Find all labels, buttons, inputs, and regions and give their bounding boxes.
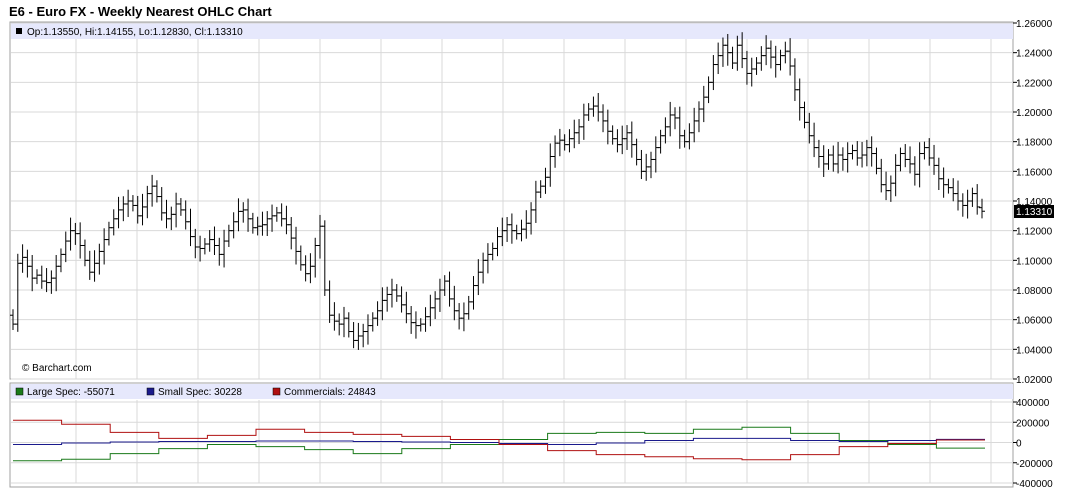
price-tick-label: 1.20000 xyxy=(1016,108,1053,119)
small-spec-label: Small Spec: 30228 xyxy=(158,387,242,398)
readout-marker-icon xyxy=(16,28,22,34)
price-tick-label: 1.26000 xyxy=(1016,19,1053,30)
cot-tick-label: 400000 xyxy=(1016,398,1050,409)
cot-tick-label: 0 xyxy=(1016,439,1022,450)
cot-tick-label: 200000 xyxy=(1016,418,1050,429)
large-spec-swatch xyxy=(15,387,24,396)
price-tick-label: 1.24000 xyxy=(1016,49,1053,60)
commercials-label: Commercials: 24843 xyxy=(284,387,376,398)
price-tick-label: 1.06000 xyxy=(1016,316,1053,327)
price-y-axis: 1.26000 1.24000 1.22000 1.20000 1.18000 1.160… xyxy=(1013,19,1053,386)
cot-y-axis: 400000 200000 0 -200000 -400000 xyxy=(1013,398,1053,490)
price-tick-label: 1.22000 xyxy=(1016,78,1053,89)
cot-tick-label: -400000 xyxy=(1016,479,1053,490)
small-spec-swatch xyxy=(146,387,155,396)
cot-legend: Large Spec: -55071 Small Spec: 30228 Com… xyxy=(15,387,376,398)
price-tick-label: 1.04000 xyxy=(1016,345,1053,356)
commercials-swatch xyxy=(272,387,281,396)
price-tick-label: 1.02000 xyxy=(1016,375,1053,386)
chart-canvas: 1.26000 1.24000 1.22000 1.20000 1.18000 1.160… xyxy=(9,19,1054,490)
price-tick-label: 1.10000 xyxy=(1016,256,1053,267)
watermark: © Barchart.com xyxy=(22,363,92,374)
cot-tick-label: -200000 xyxy=(1016,459,1053,470)
price-tick-label: 1.08000 xyxy=(1016,286,1053,297)
ohlc-readout: Op:1.13550, Hi:1.14155, Lo:1.12830, Cl:1… xyxy=(27,27,243,38)
price-tick-label: 1.16000 xyxy=(1016,167,1053,178)
large-spec-label: Large Spec: -55071 xyxy=(27,387,115,398)
price-tick-label: 1.18000 xyxy=(1016,138,1053,149)
last-price-label: 1.13310 xyxy=(1016,207,1053,218)
price-tick-label: 1.12000 xyxy=(1016,227,1053,238)
